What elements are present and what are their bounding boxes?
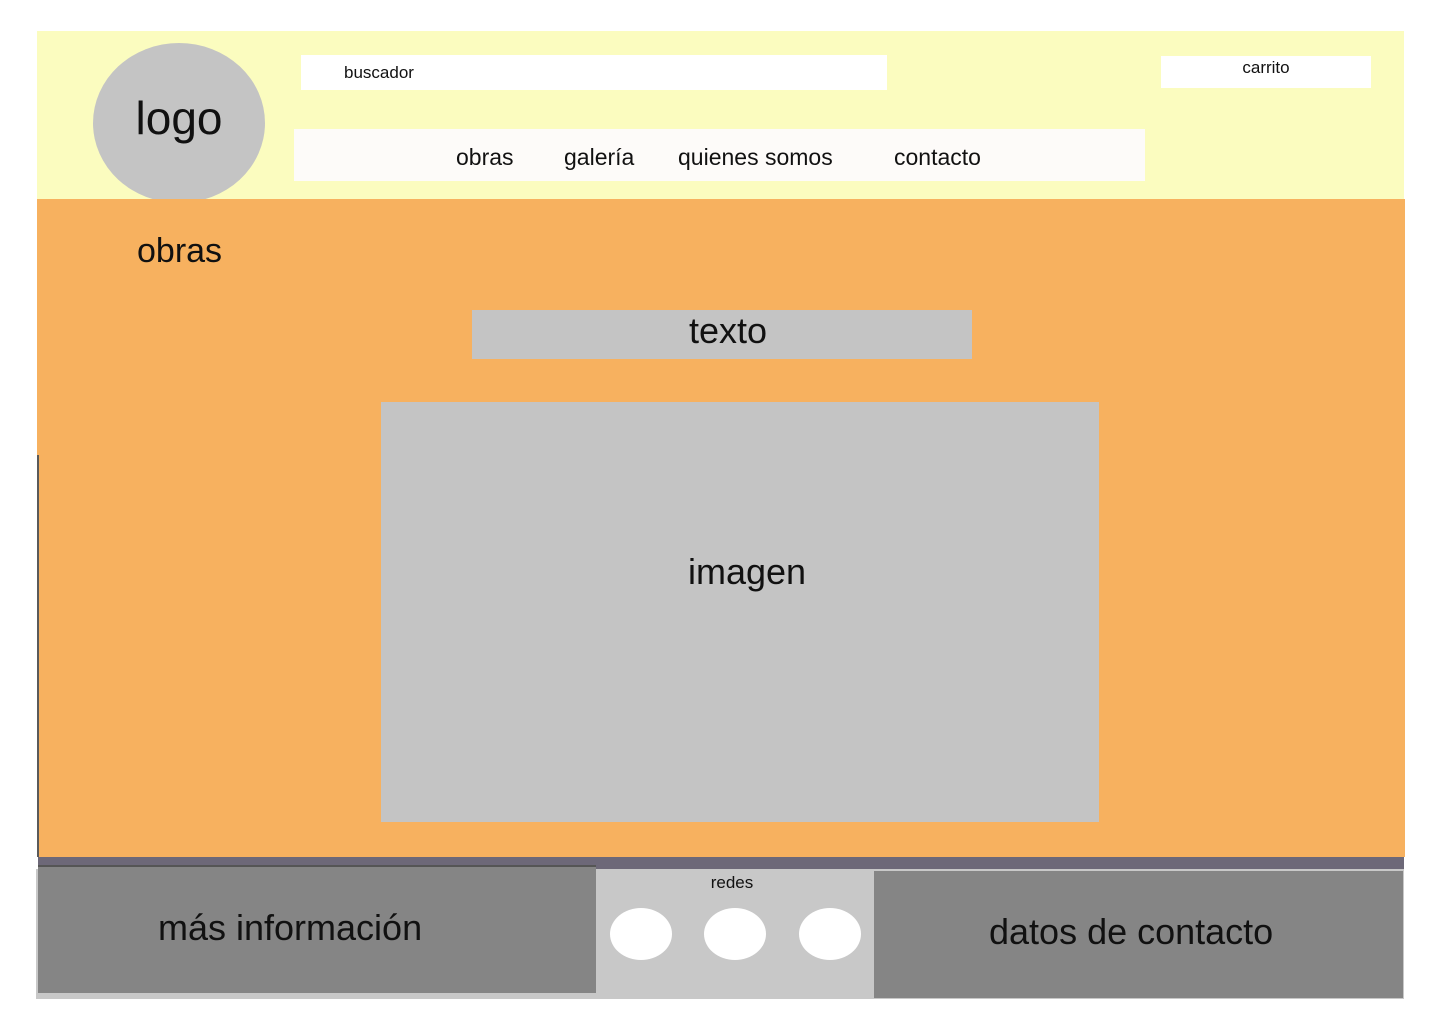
logo-text: logo: [135, 92, 223, 144]
contact-info-panel: datos de contacto: [874, 871, 1403, 998]
social-icon[interactable]: [799, 908, 861, 960]
main-content: obras texto imagen: [37, 199, 1405, 857]
text-block: texto: [472, 310, 972, 359]
social-icon[interactable]: [610, 908, 672, 960]
main-nav: obras galería quienes somos contacto: [294, 129, 1145, 181]
nav-item-obras[interactable]: obras: [456, 143, 514, 171]
more-info-label: más información: [158, 907, 423, 948]
header: logo carrito obras galería quienes somos…: [37, 31, 1404, 203]
cart-label: carrito: [1242, 58, 1290, 77]
nav-item-quienes-somos[interactable]: quienes somos: [678, 143, 833, 171]
social-icon[interactable]: [704, 908, 766, 960]
main-left-edge: [37, 455, 39, 857]
image-placeholder: imagen: [381, 402, 1099, 822]
social-panel: redes: [596, 871, 874, 997]
page: logo carrito obras galería quienes somos…: [0, 0, 1440, 1024]
section-title: obras: [137, 232, 223, 270]
text-block-label: texto: [688, 310, 768, 351]
more-info-panel[interactable]: más información: [38, 865, 596, 993]
search-input[interactable]: [301, 55, 887, 90]
nav-item-galeria[interactable]: galería: [564, 143, 634, 171]
image-label: imagen: [687, 551, 807, 592]
contact-info-label: datos de contacto: [989, 911, 1274, 952]
social-label: redes: [710, 873, 754, 892]
logo[interactable]: logo: [93, 43, 265, 203]
nav-item-contacto[interactable]: contacto: [894, 143, 981, 171]
cart-button[interactable]: carrito: [1161, 56, 1371, 88]
